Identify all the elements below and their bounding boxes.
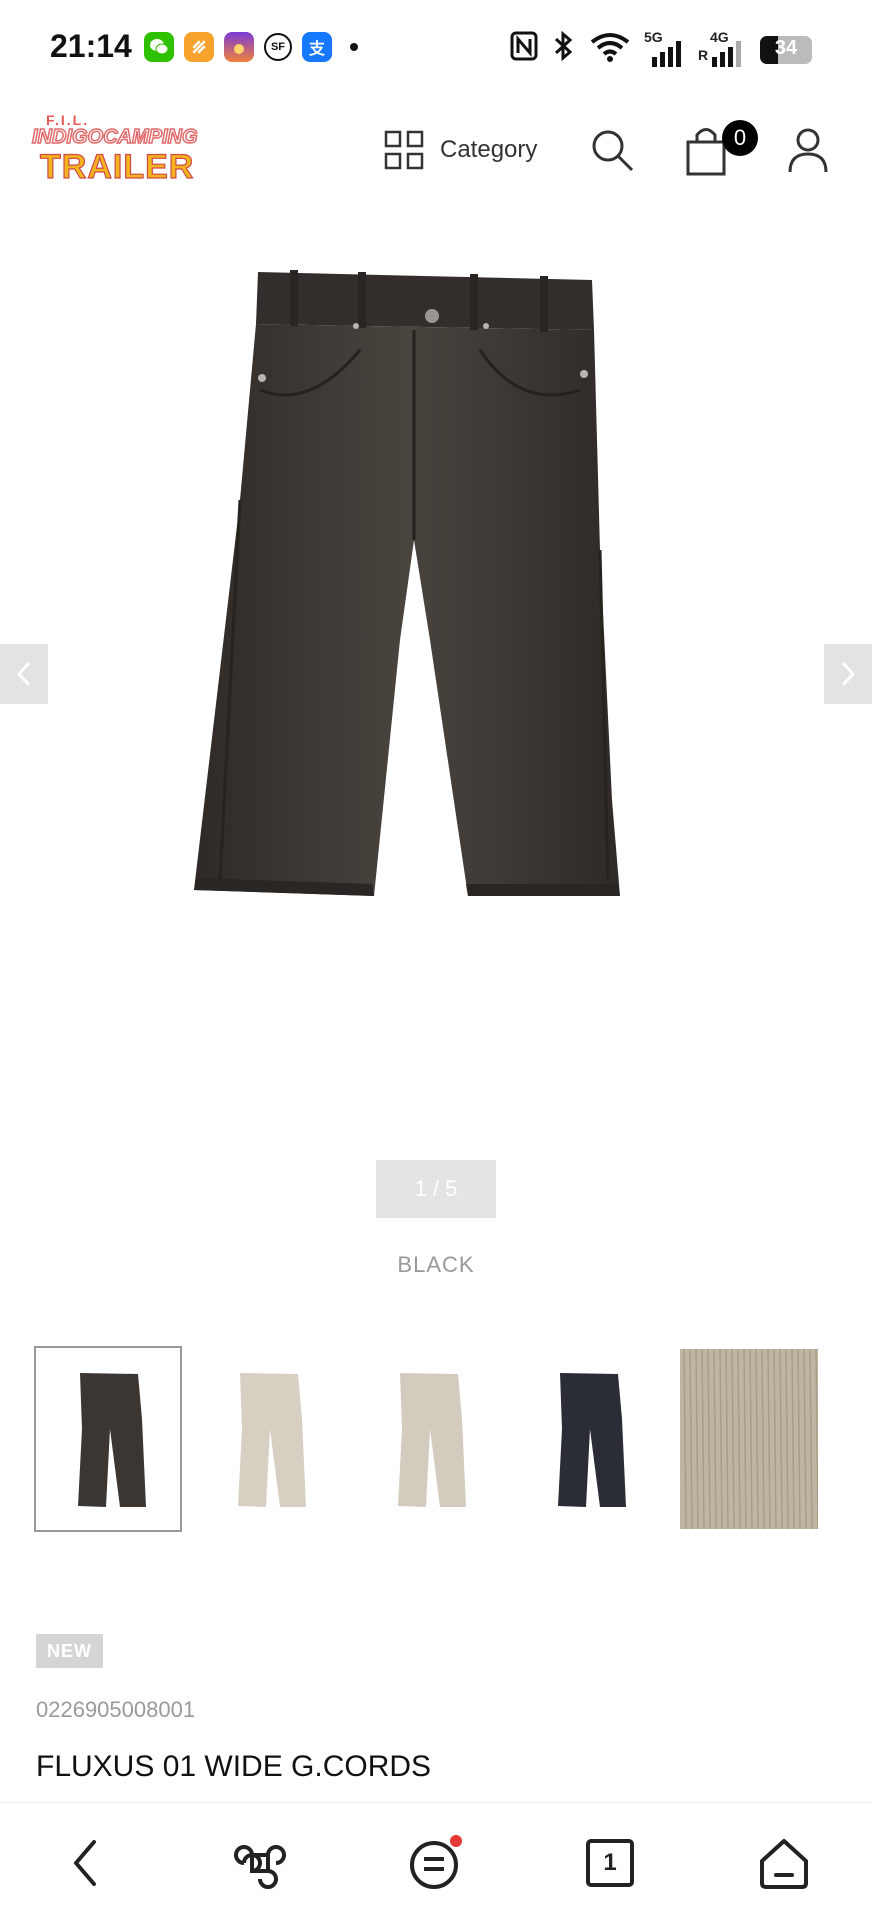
thumb-black-pants[interactable]	[34, 1346, 182, 1532]
category-label: Category	[440, 136, 538, 163]
alipay-icon: 支	[302, 32, 332, 62]
clock: 21:14	[50, 28, 132, 64]
grid-icon	[384, 130, 424, 170]
search-button[interactable]	[588, 126, 636, 174]
pants-thumbnail-image	[238, 1373, 306, 1507]
thumb-fabric-swatch[interactable]	[674, 1346, 822, 1532]
home-button[interactable]	[754, 1833, 814, 1893]
menu-icon	[410, 1835, 462, 1889]
previous-image-button[interactable]	[0, 644, 48, 704]
more-notifications-dot	[350, 43, 358, 51]
back-button[interactable]	[56, 1833, 116, 1893]
chevron-right-icon	[841, 661, 856, 687]
menu-button[interactable]	[406, 1833, 466, 1893]
product-image[interactable]	[0, 240, 872, 1100]
home-icon	[760, 1839, 808, 1889]
apps-button[interactable]	[230, 1833, 290, 1893]
pants-illustration	[194, 270, 620, 896]
nfc-icon	[510, 31, 538, 68]
thumb-navy-pants[interactable]	[514, 1346, 662, 1532]
tabs-button[interactable]: 1	[580, 1833, 640, 1893]
notification-dot	[450, 1835, 462, 1847]
image-counter: 1 / 5	[376, 1160, 496, 1218]
back-arrow-icon	[74, 1840, 96, 1886]
signal-5g-icon: 5G	[644, 29, 684, 67]
thumbnail-strip	[34, 1346, 822, 1532]
browser-bottom-bar: 1	[0, 1802, 872, 1921]
sf-express-icon: SF	[264, 33, 292, 61]
account-button[interactable]	[784, 126, 832, 174]
bluetooth-icon	[552, 30, 576, 69]
product-title: FLUXUS 01 WIDE G.CORDS	[36, 1750, 432, 1783]
new-badge: NEW	[36, 1634, 103, 1668]
user-icon	[788, 128, 828, 173]
cart-count-badge: 0	[722, 120, 758, 156]
battery-level: 34	[774, 36, 798, 59]
roaming-label: R	[698, 46, 709, 63]
system-status: 5G 4G R 34	[510, 29, 812, 69]
signal-4g-icon: 4G R	[698, 29, 746, 67]
chevron-left-icon	[16, 661, 31, 687]
product-sku: 0226905008001	[36, 1697, 196, 1722]
logo-text-middle: INDIGOCAMPING	[31, 125, 198, 149]
site-header: F.I.L. INDIGOCAMPING TRAILER Category 0	[0, 96, 872, 206]
next-image-button[interactable]	[824, 644, 872, 704]
search-icon	[592, 130, 634, 172]
pants-thumbnail-image	[558, 1373, 626, 1507]
category-button[interactable]: Category	[384, 130, 537, 170]
wechat-icon	[144, 32, 174, 62]
app-gallery-icon	[224, 32, 254, 62]
logo-text-bottom: TRAILER	[39, 147, 195, 186]
command-icon	[234, 1845, 286, 1889]
app-orange-icon	[184, 32, 214, 62]
battery-icon: 34	[760, 35, 812, 64]
wifi-icon	[590, 32, 630, 67]
fabric-swatch-image	[680, 1349, 818, 1529]
thumb-beige-pants-back[interactable]	[354, 1346, 502, 1532]
color-name: BLACK	[397, 1252, 475, 1277]
thumb-beige-pants-front[interactable]	[194, 1346, 342, 1532]
pants-thumbnail-image	[78, 1373, 146, 1507]
notification-icons: SF 支	[144, 32, 358, 62]
status-bar: 21:14 SF 支 5G 4G R 34	[0, 0, 872, 96]
site-logo[interactable]: F.I.L. INDIGOCAMPING TRAILER	[31, 112, 198, 190]
cart-button[interactable]: 0	[684, 120, 758, 180]
pants-thumbnail-image	[398, 1373, 466, 1507]
tab-count: 1	[603, 1849, 617, 1876]
